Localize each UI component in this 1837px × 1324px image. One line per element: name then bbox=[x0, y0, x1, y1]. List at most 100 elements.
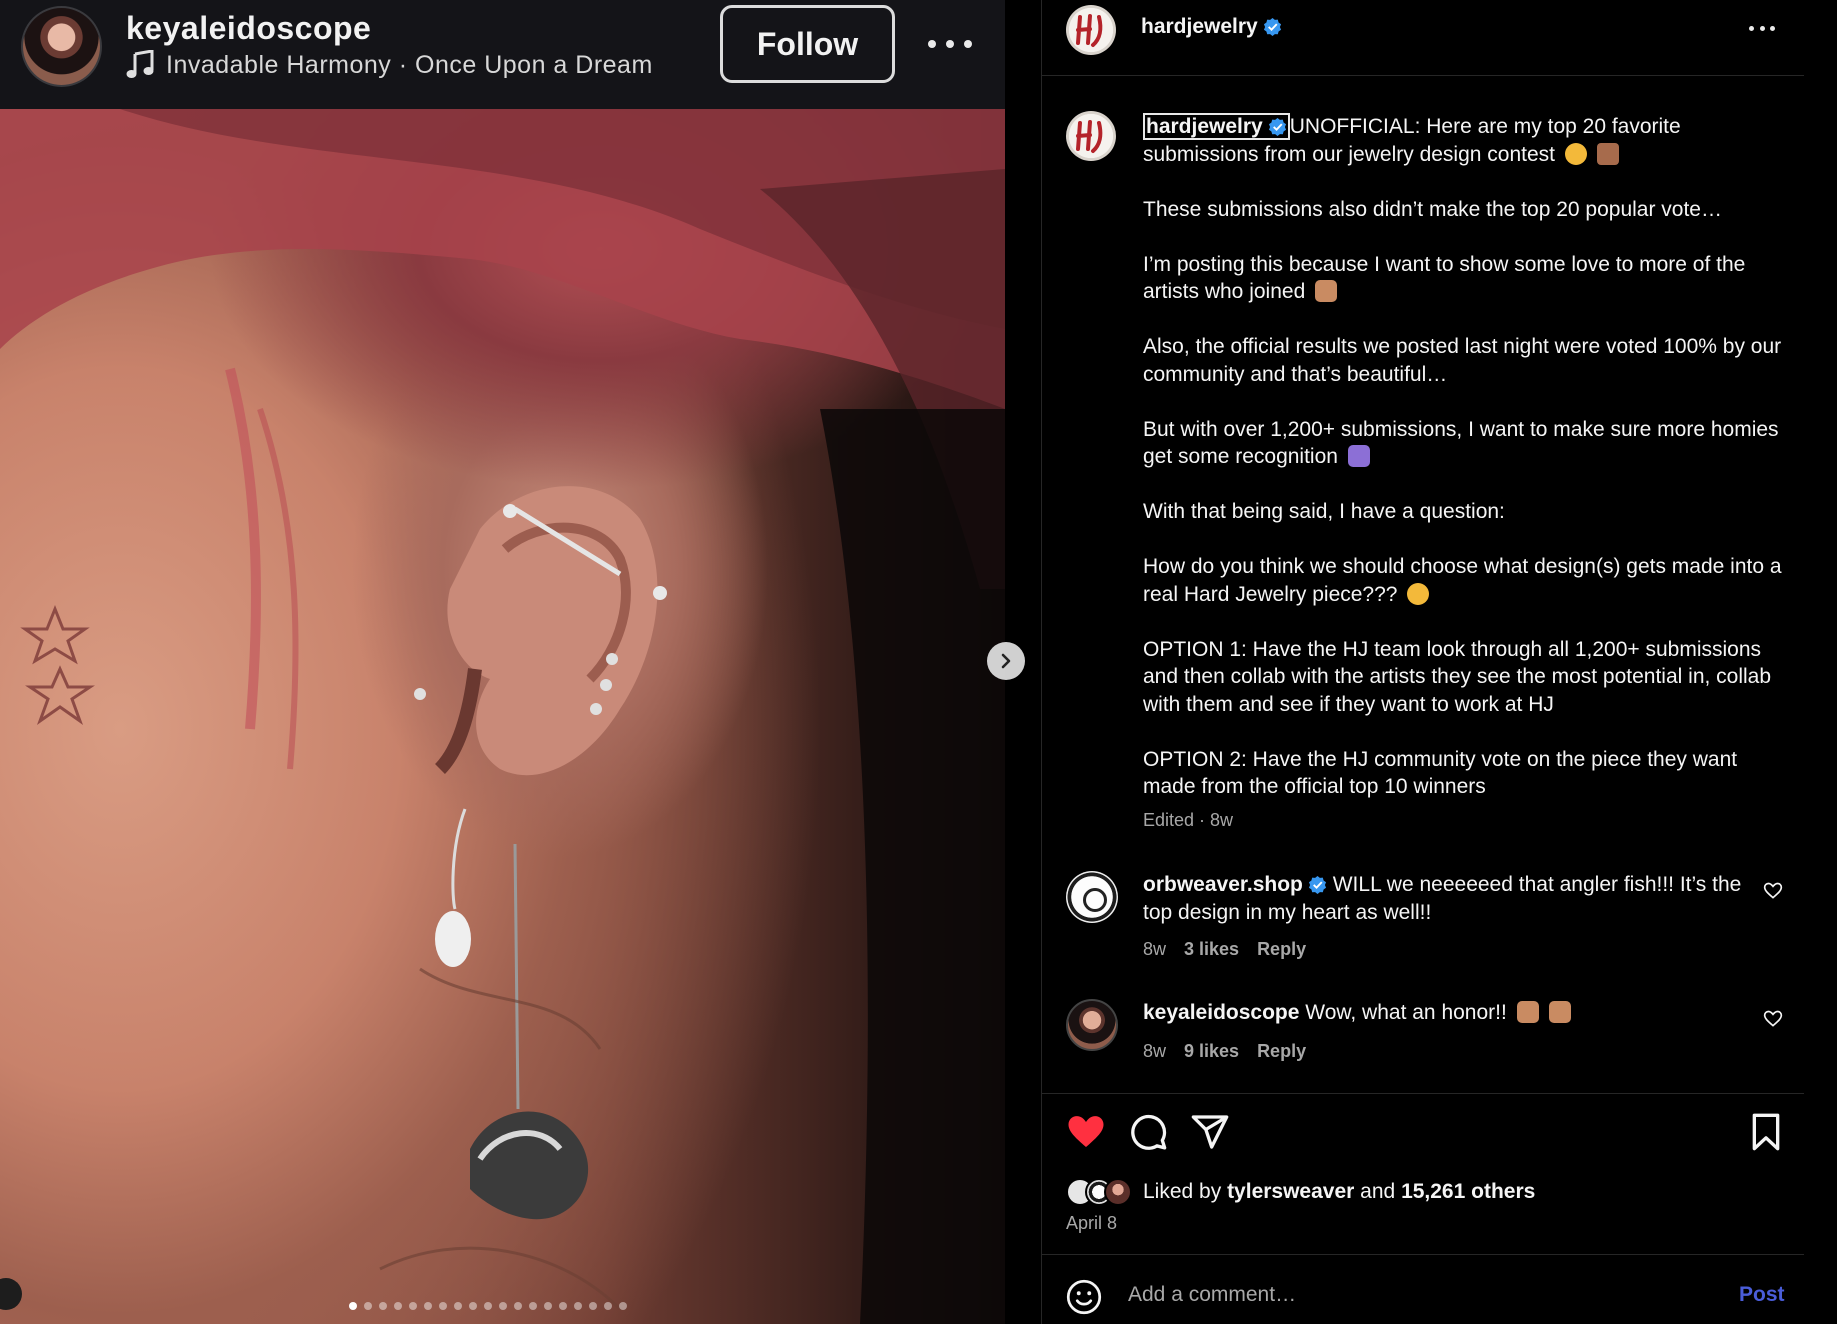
carousel-dot bbox=[349, 1302, 357, 1310]
carousel-dot bbox=[439, 1302, 447, 1310]
caption-paragraph: These submissions also didn’t make the t… bbox=[1143, 197, 1722, 221]
carousel-dot bbox=[589, 1302, 597, 1310]
carousel-dot bbox=[514, 1302, 522, 1310]
music-note-icon bbox=[126, 50, 154, 78]
reply-button[interactable]: Reply bbox=[1257, 1041, 1306, 1062]
liked-by-row[interactable]: Liked by tylersweaver and 15,261 others bbox=[1066, 1178, 1535, 1206]
post-photo[interactable] bbox=[0, 109, 1005, 1324]
share-icon[interactable] bbox=[1190, 1112, 1230, 1152]
hj-logo-icon bbox=[1076, 120, 1103, 153]
caption-text: How do you think we should choose what d… bbox=[1143, 555, 1782, 606]
commenter-avatar[interactable] bbox=[1066, 871, 1118, 923]
emoji-icon[interactable] bbox=[1066, 1279, 1102, 1315]
commenter-username[interactable]: keyaleidoscope bbox=[1143, 1001, 1299, 1024]
post-caption: hardjewelry UNOFFICIAL: Here are my top 2… bbox=[1143, 113, 1783, 801]
comment-input[interactable] bbox=[1128, 1277, 1688, 1313]
carousel-dot bbox=[364, 1302, 372, 1310]
chevron-right-icon bbox=[1001, 653, 1011, 669]
carousel-dot bbox=[394, 1302, 402, 1310]
heart-hands-emoji bbox=[1516, 1001, 1539, 1023]
post-author-username[interactable]: hardjewelry bbox=[1141, 15, 1282, 39]
carousel-dot bbox=[529, 1302, 537, 1310]
carousel-dot bbox=[424, 1302, 432, 1310]
author-avatar[interactable] bbox=[21, 6, 102, 87]
commenter-username[interactable]: orbweaver.shop bbox=[1143, 873, 1303, 896]
like-comment-heart-icon[interactable] bbox=[1763, 881, 1783, 901]
caption-timestamp: Edited · 8w bbox=[1143, 810, 1234, 830]
comment-likes[interactable]: 3 likes bbox=[1184, 939, 1239, 960]
carousel-dot bbox=[604, 1302, 612, 1310]
liked-by-username[interactable]: tylersweaver bbox=[1227, 1180, 1354, 1203]
liked-by-others[interactable]: 15,261 others bbox=[1401, 1180, 1535, 1203]
liked-by-text: Liked by tylersweaver and 15,261 others bbox=[1143, 1180, 1535, 1204]
caption-paragraph: But with over 1,200+ submissions, I want… bbox=[1143, 416, 1783, 471]
carousel-dot bbox=[619, 1302, 627, 1310]
comment-time: 8w bbox=[1143, 939, 1167, 959]
carousel-dot bbox=[559, 1302, 567, 1310]
post-more-icon[interactable] bbox=[1749, 26, 1775, 32]
carousel-dot bbox=[469, 1302, 477, 1310]
verified-icon bbox=[1263, 17, 1281, 36]
carousel-dot bbox=[544, 1302, 552, 1310]
praying-hands-emoji bbox=[1347, 445, 1370, 467]
caption-paragraph: OPTION 2: Have the HJ community vote on … bbox=[1143, 747, 1738, 799]
caption-username-text[interactable]: hardjewelry bbox=[1146, 115, 1263, 138]
pleading-face-emoji bbox=[1564, 142, 1587, 165]
verified-icon bbox=[1268, 117, 1286, 136]
hj-logo-icon bbox=[1076, 14, 1103, 47]
post-details-pane: hardjewelry hardjewelry UNOFFICIAL: Here … bbox=[1041, 0, 1804, 1324]
post-comment-button[interactable]: Post bbox=[1739, 1283, 1785, 1307]
caption-paragraph: I’m posting this because I want to show … bbox=[1143, 251, 1783, 306]
comments-scroll-area[interactable]: hardjewelry UNOFFICIAL: Here are my top 2… bbox=[1042, 77, 1804, 1093]
comment-meta: 8w 9 likes Reply bbox=[1143, 1041, 1306, 1062]
music-info[interactable]: Invadable Harmony · Once Upon a Dream bbox=[126, 50, 653, 80]
add-comment-bar: Post bbox=[1042, 1254, 1804, 1324]
more-options-icon[interactable] bbox=[928, 30, 972, 58]
comment-body: keyaleidoscope Wow, what an honor!! bbox=[1143, 999, 1743, 1027]
comment-meta: 8w 3 likes Reply bbox=[1143, 939, 1306, 960]
caption-text: But with over 1,200+ submissions, I want… bbox=[1143, 417, 1779, 469]
hardjewelry-avatar[interactable] bbox=[1066, 5, 1116, 55]
carousel-dot bbox=[499, 1302, 507, 1310]
comment-time: 8w bbox=[1143, 1041, 1167, 1061]
caption-username[interactable]: hardjewelry bbox=[1143, 113, 1290, 140]
caption-avatar[interactable] bbox=[1066, 111, 1116, 161]
music-title: Invadable Harmony · Once Upon a Dream bbox=[166, 50, 653, 79]
photo-illustration bbox=[0, 109, 1005, 1324]
carousel-dot bbox=[454, 1302, 462, 1310]
liked-by-and: and bbox=[1360, 1180, 1396, 1203]
heart-icon[interactable] bbox=[1066, 1112, 1106, 1152]
media-pane: keyaleidoscope Invadable Harmony · Once … bbox=[0, 0, 1041, 1324]
post-date: April 8 bbox=[1066, 1213, 1118, 1233]
carousel-indicator bbox=[349, 1302, 627, 1310]
thinking-face-emoji bbox=[1407, 582, 1430, 605]
liked-by-prefix: Liked by bbox=[1143, 1180, 1222, 1203]
divider bbox=[1042, 1093, 1804, 1094]
caption-paragraph: hardjewelry UNOFFICIAL: Here are my top 2… bbox=[1143, 113, 1783, 168]
next-slide-button[interactable] bbox=[987, 642, 1025, 680]
carousel-dot bbox=[484, 1302, 492, 1310]
caption-paragraph: Also, the official results we posted las… bbox=[1143, 335, 1782, 386]
comment-likes[interactable]: 9 likes bbox=[1184, 1041, 1239, 1062]
caption-paragraph: OPTION 1: Have the HJ team look through … bbox=[1143, 637, 1772, 716]
like-comment-heart-icon[interactable] bbox=[1763, 1009, 1783, 1029]
comment-icon[interactable] bbox=[1128, 1112, 1168, 1152]
carousel-dot bbox=[379, 1302, 387, 1310]
pointing-hand-emoji bbox=[1596, 142, 1619, 165]
commenter-avatar[interactable] bbox=[1066, 999, 1118, 1051]
post-author-name[interactable]: hardjewelry bbox=[1141, 15, 1258, 38]
caption-paragraph: How do you think we should choose what d… bbox=[1143, 553, 1783, 608]
post-actions bbox=[1066, 1112, 1786, 1156]
follow-button[interactable]: Follow bbox=[720, 5, 895, 83]
comment-text: Wow, what an honor!! bbox=[1305, 1001, 1507, 1024]
bookmark-icon[interactable] bbox=[1746, 1112, 1786, 1152]
video-overlay-header: keyaleidoscope Invadable Harmony · Once … bbox=[0, 0, 1005, 109]
carousel-dot bbox=[574, 1302, 582, 1310]
verified-icon bbox=[1308, 875, 1326, 894]
reply-button[interactable]: Reply bbox=[1257, 939, 1306, 960]
liker-avatar bbox=[1104, 1178, 1132, 1206]
caption-text: I’m posting this because I want to show … bbox=[1143, 252, 1746, 304]
carousel-dot bbox=[409, 1302, 417, 1310]
author-username[interactable]: keyaleidoscope bbox=[126, 10, 371, 47]
comment-body: orbweaver.shop WILL we neeeeeed that ang… bbox=[1143, 871, 1743, 927]
